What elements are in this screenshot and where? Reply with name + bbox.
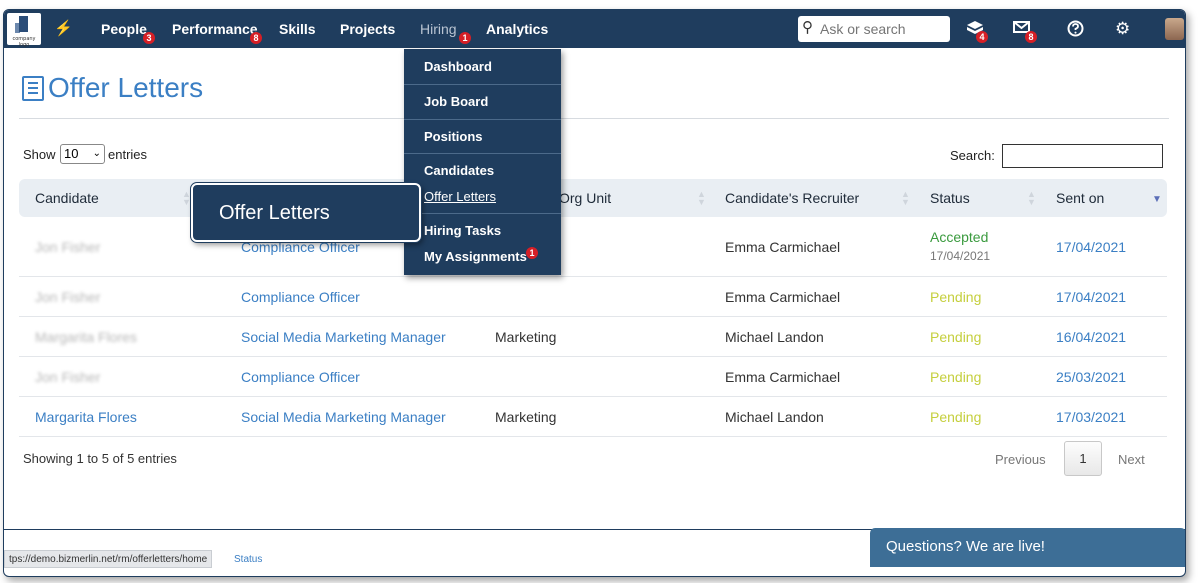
cube-badge: 4 [976, 31, 988, 43]
search-label: Search: [950, 148, 995, 163]
menu-item-candidates[interactable]: Candidates [424, 163, 494, 178]
org-unit: Marketing [495, 329, 557, 345]
assignments-badge: 1 [526, 247, 538, 259]
sort-icon[interactable]: ▲ ▼ [697, 190, 706, 207]
nav-performance[interactable]: Performance [172, 21, 258, 37]
user-avatar[interactable] [1165, 18, 1184, 40]
recruiter-name: Emma Carmichael [725, 369, 841, 385]
sent-on-date[interactable]: 17/04/2021 [1056, 239, 1126, 255]
app-window: company logo ⚡ People 3 Performance 8 Sk… [3, 9, 1186, 577]
position-link[interactable]: Compliance Officer [241, 289, 360, 305]
recruiter-name: Emma Carmichael [725, 239, 841, 255]
org-unit: Marketing [495, 409, 557, 425]
top-navbar: company logo ⚡ People 3 Performance 8 Sk… [4, 10, 1185, 48]
divider [404, 119, 561, 120]
company-logo[interactable]: company logo [7, 13, 41, 48]
divider [19, 118, 1169, 119]
menu-item-offer-letters[interactable]: Offer Letters [424, 189, 496, 204]
offer-letter-icon [22, 76, 44, 101]
nav-hiring[interactable]: Hiring [420, 21, 457, 37]
candidate-name[interactable]: Jon Fisher [35, 289, 100, 305]
entries-label: entries [108, 147, 148, 162]
table-row: Margarita Flores Social Media Marketing … [19, 397, 1167, 437]
menu-item-positions[interactable]: Positions [424, 129, 483, 144]
offer-letters-callout: Offer Letters [191, 183, 421, 242]
candidate-name[interactable]: Jon Fisher [35, 239, 100, 255]
sent-on-date[interactable]: 16/04/2021 [1056, 329, 1126, 345]
divider [404, 153, 561, 154]
status-link[interactable]: Status [234, 554, 262, 565]
hiring-dropdown-menu: Dashboard Job Board Positions Candidates… [404, 49, 561, 275]
divider [404, 213, 561, 214]
candidate-name[interactable]: Jon Fisher [35, 369, 100, 385]
next-page-button[interactable]: Next [1118, 452, 1145, 467]
sort-icon[interactable]: ▲ ▼ [901, 190, 910, 207]
position-link[interactable]: Social Media Marketing Manager [241, 409, 446, 425]
page-1-button[interactable]: 1 [1064, 441, 1102, 476]
header-org-unit[interactable]: Org Unit [559, 190, 611, 206]
header-sent-on[interactable]: Sent on [1056, 190, 1104, 206]
help-icon[interactable] [1067, 20, 1084, 41]
status-badge: Accepted [930, 229, 989, 245]
hiring-badge: 1 [459, 32, 471, 44]
mail-badge: 8 [1025, 31, 1037, 43]
candidate-name[interactable]: Margarita Flores [35, 409, 137, 425]
search-icon: ⚲ [802, 19, 813, 36]
position-link[interactable]: Social Media Marketing Manager [241, 329, 446, 345]
divider [404, 84, 561, 85]
status-date: 17/04/2021 [930, 249, 991, 263]
nav-projects[interactable]: Projects [340, 21, 395, 37]
live-chat-button[interactable]: Questions? We are live! [870, 528, 1185, 567]
candidate-name[interactable]: Margarita Flores [35, 329, 137, 345]
entries-select[interactable]: 10 ⌄ [60, 144, 105, 164]
recruiter-name: Michael Landon [725, 409, 824, 425]
recruiter-name: Michael Landon [725, 329, 824, 345]
status-badge: Pending [930, 409, 982, 425]
table-search-input[interactable] [1002, 144, 1163, 168]
browser-status-url: tps://demo.bizmerlin.net/rm/offerletters… [4, 550, 213, 568]
people-badge: 3 [143, 32, 155, 44]
header-recruiter[interactable]: Candidate's Recruiter [725, 190, 859, 206]
recruiter-name: Emma Carmichael [725, 289, 841, 305]
nav-skills[interactable]: Skills [279, 21, 316, 37]
menu-item-dashboard[interactable]: Dashboard [424, 59, 492, 74]
sort-icon[interactable]: ▲ ▼ [182, 190, 191, 207]
nav-people[interactable]: People [101, 21, 147, 37]
status-badge: Pending [930, 329, 982, 345]
sent-on-date[interactable]: 17/03/2021 [1056, 409, 1126, 425]
menu-item-job-board[interactable]: Job Board [424, 94, 488, 109]
status-badge: Pending [930, 369, 982, 385]
previous-page-button[interactable]: Previous [995, 452, 1046, 467]
sort-desc-icon[interactable]: ▼ [1152, 194, 1162, 205]
logo-caption: company logo [12, 36, 36, 48]
sort-icon[interactable]: ▲ ▼ [1027, 190, 1036, 207]
menu-item-my-assignments[interactable]: My Assignments [424, 249, 527, 264]
menu-item-hiring-tasks[interactable]: Hiring Tasks [424, 223, 501, 238]
table-row: Jon Fisher Compliance Officer Emma Carmi… [19, 357, 1167, 397]
page-title: Offer Letters [48, 72, 204, 103]
nav-analytics[interactable]: Analytics [486, 21, 548, 37]
global-search-input[interactable] [820, 20, 944, 38]
table-row: Jon Fisher Compliance Officer Emma Carmi… [19, 277, 1167, 317]
sent-on-date[interactable]: 17/04/2021 [1056, 289, 1126, 305]
header-status[interactable]: Status [930, 190, 970, 206]
show-label: Show [23, 147, 56, 162]
table-row: Margarita Flores Social Media Marketing … [19, 317, 1167, 357]
chevron-down-icon: ⌄ [92, 148, 101, 159]
entries-value: 10 [64, 146, 79, 161]
global-search[interactable]: ⚲ [798, 16, 950, 42]
table-info: Showing 1 to 5 of 5 entries [23, 451, 177, 466]
gear-icon[interactable]: ⚙ [1115, 19, 1130, 39]
performance-badge: 8 [250, 32, 262, 44]
sent-on-date[interactable]: 25/03/2021 [1056, 369, 1126, 385]
bolt-icon[interactable]: ⚡ [54, 19, 73, 37]
header-candidate[interactable]: Candidate [35, 190, 99, 206]
status-badge: Pending [930, 289, 982, 305]
position-link[interactable]: Compliance Officer [241, 369, 360, 385]
